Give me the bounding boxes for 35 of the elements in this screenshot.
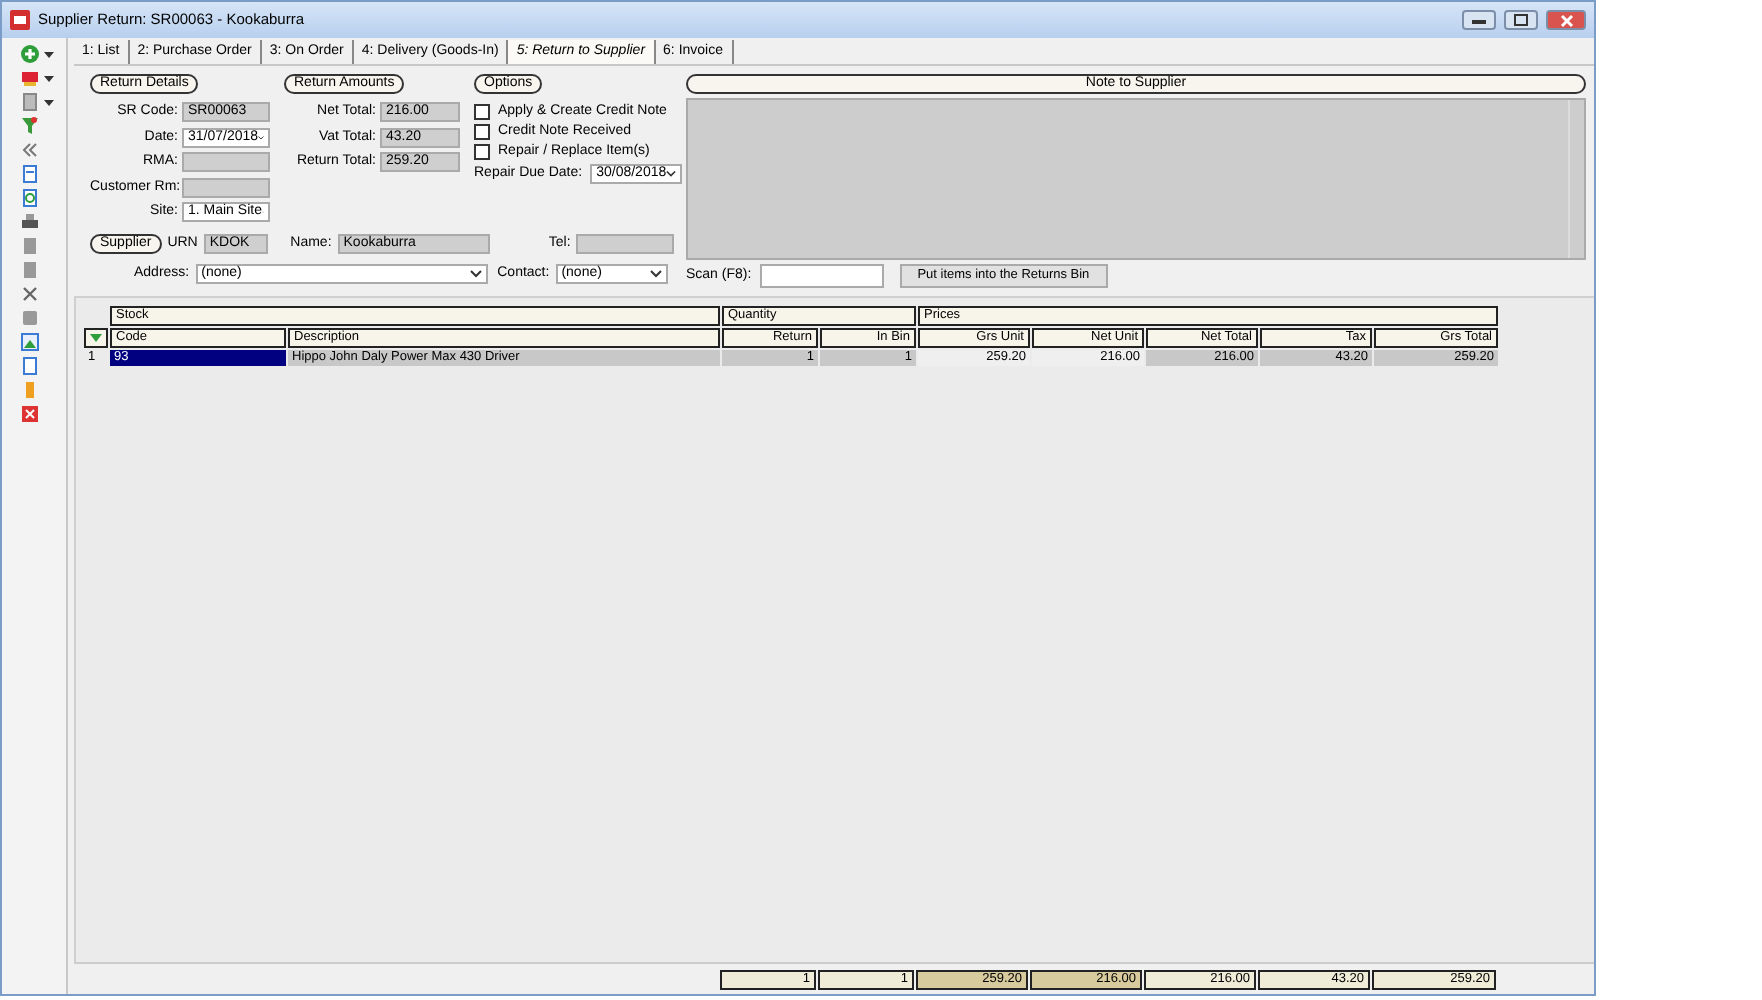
checkbox[interactable] — [474, 124, 490, 140]
app-icon — [10, 10, 30, 30]
filter-button[interactable] — [84, 328, 108, 348]
document-icon[interactable] — [20, 356, 40, 377]
minimize-button[interactable] — [1462, 10, 1496, 30]
dropdown-caret-icon — [666, 170, 677, 179]
checkbox[interactable] — [474, 144, 490, 160]
refresh-icon[interactable] — [20, 188, 40, 209]
scan-field[interactable] — [759, 264, 884, 288]
filter-icon — [90, 334, 102, 342]
checkbox[interactable] — [474, 104, 490, 120]
maximize-button[interactable] — [1504, 10, 1538, 30]
dropdown-caret-icon[interactable] — [44, 75, 54, 82]
funnel-icon[interactable] — [20, 116, 40, 137]
dropdown-caret-icon[interactable] — [44, 51, 54, 58]
dropdown-caret-icon — [649, 269, 662, 278]
close-icon[interactable] — [20, 284, 40, 305]
text-field[interactable] — [576, 234, 674, 255]
close-button[interactable] — [1546, 10, 1586, 30]
dropdown-caret-icon[interactable] — [44, 99, 54, 106]
printer-icon[interactable] — [20, 212, 40, 233]
stamp-icon[interactable] — [20, 68, 40, 89]
note-field[interactable] — [686, 98, 1586, 260]
close-icon — [1559, 13, 1573, 27]
maximize-icon — [1514, 14, 1528, 26]
minimize-icon — [1472, 17, 1486, 23]
square-icon[interactable] — [20, 308, 40, 329]
image-icon[interactable] — [20, 332, 40, 353]
text-field[interactable] — [182, 177, 270, 198]
double-left-arrow-icon[interactable] — [20, 140, 40, 161]
text-field[interactable] — [182, 152, 270, 173]
delete-icon[interactable] — [20, 404, 40, 425]
document-icon[interactable] — [20, 260, 40, 281]
document-icon[interactable] — [20, 164, 40, 185]
dropdown-caret-icon — [469, 269, 482, 278]
